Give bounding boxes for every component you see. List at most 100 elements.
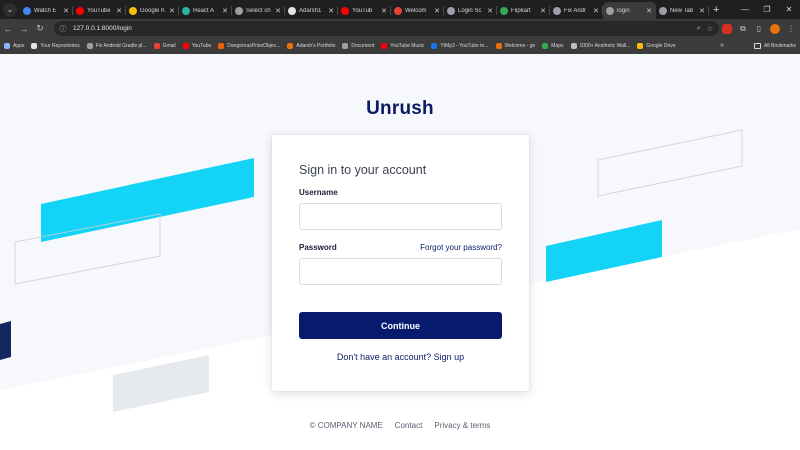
copyright-text: © COMPANY NAME (309, 421, 383, 430)
tab-search-icon[interactable]: ⌄ (3, 2, 17, 17)
back-icon[interactable]: ← (0, 24, 16, 34)
bookmark-label: Welcome - go (504, 43, 536, 49)
browser-tab[interactable]: Watch E ✕ (20, 2, 73, 19)
bookmark-item[interactable]: YtMp3 - YouTube to... (431, 43, 489, 49)
bookmark-label: Google Drive (646, 43, 676, 49)
bookmark-item[interactable]: YouTube (182, 43, 212, 49)
extension-icon[interactable] (722, 23, 732, 34)
extensions-puzzle-icon[interactable]: ⧉ (738, 24, 748, 34)
bookmark-item[interactable]: Gmail (153, 43, 176, 49)
tab-label: login (617, 7, 630, 14)
bookmark-item[interactable]: Maps (542, 43, 564, 49)
bookmark-label: YouTube Music (390, 43, 425, 49)
tab-close-icon[interactable]: ✕ (698, 7, 706, 15)
continue-button[interactable]: Continue (299, 312, 502, 339)
globe-icon (342, 43, 349, 49)
outline-stripe-right (597, 129, 743, 197)
tab-close-icon[interactable]: ✕ (645, 7, 653, 15)
tab-close-icon[interactable]: ✕ (433, 7, 441, 15)
side-panel-icon[interactable]: ▯ (754, 24, 764, 33)
browser-tab[interactable]: React A ✕ (179, 2, 232, 19)
browser-tab[interactable]: Google K ✕ (126, 2, 179, 19)
ytmp3-icon (431, 43, 438, 49)
bookmark-item[interactable]: YouTube Music (381, 43, 424, 49)
youtube-music-icon (381, 43, 388, 49)
bookmark-label: Adarsh's Portfolio (296, 43, 336, 49)
reload-icon[interactable]: ↻ (32, 23, 48, 34)
youtube-icon (182, 43, 189, 49)
profile-avatar[interactable] (770, 23, 780, 34)
tab-close-icon[interactable]: ✕ (592, 7, 600, 15)
globe-favicon (606, 6, 614, 15)
bookmark-star-icon[interactable]: ☆ (707, 25, 713, 33)
new-tab-icon[interactable]: + (713, 4, 719, 16)
tab-close-icon[interactable]: ✕ (486, 7, 494, 15)
bookmark-label: 1000+ Aesthetic Wall... (579, 43, 631, 49)
address-bar[interactable]: ⓘ 127.0.0.1:8000/login ⌕ ☆ (54, 21, 719, 36)
browser-tab[interactable]: Flipkart ✕ (497, 2, 550, 19)
bookmark-item[interactable]: 1000+ Aesthetic Wall... (570, 43, 631, 49)
tab-close-icon[interactable]: ✕ (380, 7, 388, 15)
bookmark-item[interactable]: Welcome - go (495, 43, 536, 49)
tab-close-icon[interactable]: ✕ (168, 7, 176, 15)
tab-close-icon[interactable]: ✕ (539, 7, 547, 15)
youtube-music-favicon (341, 6, 349, 15)
browser-tab[interactable]: Login Sc ✕ (444, 2, 497, 19)
tab-close-icon[interactable]: ✕ (221, 7, 229, 15)
browser-toolbar: ← → ↻ ⓘ 127.0.0.1:8000/login ⌕ ☆ ⧉ ▯ ⋮ (0, 19, 800, 38)
tab-close-icon[interactable]: ✕ (115, 7, 123, 15)
address-url[interactable]: 127.0.0.1:8000/login (73, 25, 132, 32)
brand-logo[interactable]: Unrush (0, 98, 800, 120)
bookmark-label: YouTube (191, 43, 212, 49)
menu-kebab-icon[interactable]: ⋮ (786, 24, 796, 33)
bookmark-label: Your Repositories (40, 43, 80, 49)
tab-list: Watch E ✕ YouTube ✕ Google K ✕ React A ✕ Select … (20, 0, 709, 19)
browser-tab[interactable]: Fix Andr ✕ (550, 2, 603, 19)
bookmark-item[interactable]: DangerousPrizeObjec... (218, 43, 280, 49)
minimize-icon[interactable]: — (734, 0, 756, 19)
bookmark-item[interactable]: Adarsh's Portfolio (287, 43, 335, 49)
maps-icon (542, 43, 549, 49)
bookmarks-overflow-icon[interactable]: » (720, 38, 724, 54)
wallpaper-icon (570, 43, 577, 49)
bookmark-item[interactable]: Document (342, 43, 374, 49)
bookmark-label: DangerousPrizeObjec... (227, 43, 281, 49)
tab-close-icon[interactable]: ✕ (62, 7, 70, 15)
tab-close-icon[interactable]: ✕ (327, 7, 335, 15)
privacy-terms-link[interactable]: Privacy & terms (434, 421, 490, 430)
close-window-icon[interactable]: ✕ (778, 0, 800, 19)
card-title: Sign in to your account (299, 163, 427, 177)
site-info-icon[interactable]: ⓘ (56, 24, 70, 34)
contact-link[interactable]: Contact (395, 421, 423, 430)
zoom-icon[interactable]: ⌕ (697, 25, 701, 33)
gmail-icon (153, 43, 160, 49)
google-favicon (500, 6, 508, 15)
tab-close-icon[interactable]: ✕ (274, 7, 282, 15)
bookmark-item[interactable]: Google Drive (637, 43, 676, 49)
tab-label: Watch E (34, 7, 57, 14)
browser-tab[interactable]: login ✕ (603, 2, 656, 19)
username-input[interactable] (299, 203, 502, 230)
browser-tab[interactable]: YouTube ✕ (73, 2, 126, 19)
browser-tab[interactable]: Welcom ✕ (391, 2, 444, 19)
page-footer: © COMPANY NAME Contact Privacy & terms (0, 421, 800, 430)
keep-favicon (129, 6, 137, 15)
github-icon (31, 43, 38, 49)
browser-tab[interactable]: Adarsh1 ✕ (285, 2, 338, 19)
password-input[interactable] (299, 258, 502, 285)
bookmark-item[interactable]: Fix Android Gradle pl... (86, 43, 147, 49)
forgot-password-link[interactable]: Forgot your password? (420, 243, 502, 252)
tab-strip: ⌄ Watch E ✕ YouTube ✕ Google K ✕ React A ✕ Selec… (0, 0, 800, 19)
browser-tab[interactable]: New Tab ✕ (656, 2, 709, 19)
signup-link[interactable]: Don't have an account? Sign up (272, 352, 529, 362)
forward-icon[interactable]: → (16, 24, 32, 34)
browser-tab[interactable]: Select ch ✕ (232, 2, 285, 19)
browser-tab[interactable]: YouTub ✕ (338, 2, 391, 19)
tab-label: New Tab (670, 7, 694, 14)
bookmark-item[interactable]: Your Repositories (31, 43, 80, 49)
all-bookmarks-button[interactable]: All Bookmarks (754, 38, 796, 54)
folder-icon (754, 43, 762, 49)
bookmark-item[interactable]: Apps (4, 43, 24, 49)
bookmark-label: Document (351, 43, 375, 49)
restore-icon[interactable]: ❐ (756, 0, 778, 19)
